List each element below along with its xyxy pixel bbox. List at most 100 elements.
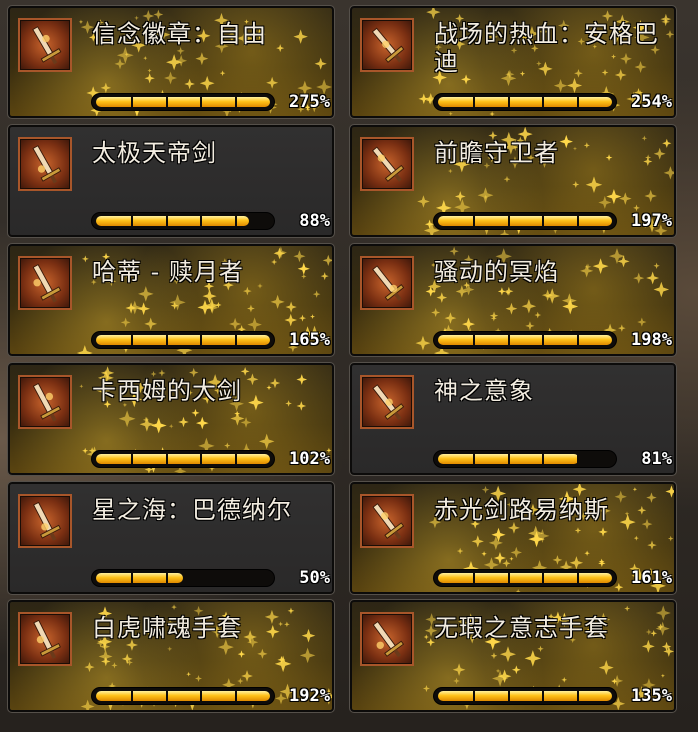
bar-segment-divider — [577, 690, 580, 702]
progress-bar — [92, 688, 274, 704]
progress-percent: 161% — [631, 568, 672, 588]
progress-fill — [96, 216, 249, 226]
bar-segment-divider — [507, 572, 510, 584]
progress-percent: 135% — [631, 686, 672, 706]
bar-segment-divider — [165, 334, 168, 346]
item-name: 信念徽章：自由 — [92, 20, 267, 48]
flame-blade-icon[interactable] — [360, 256, 414, 310]
lance-icon[interactable] — [360, 137, 414, 191]
progress-fill — [438, 335, 612, 345]
progress-bar — [92, 94, 274, 110]
staff-icon[interactable] — [18, 494, 72, 548]
bar-segment-divider — [472, 572, 475, 584]
bar-segment-divider — [472, 690, 475, 702]
item-name: 太极天帝剑 — [92, 139, 217, 167]
progress-bar — [92, 213, 274, 229]
progress-bar — [92, 570, 274, 586]
bar-segment-divider — [507, 96, 510, 108]
bar-segment-divider — [165, 215, 168, 227]
bar-segment-divider — [542, 215, 545, 227]
progress-fill — [96, 454, 270, 464]
bar-segment-divider — [235, 334, 238, 346]
item-card[interactable]: 星之海：巴德纳尔 50% — [7, 481, 335, 595]
progress-percent: 81% — [641, 449, 672, 469]
progress-percent: 254% — [631, 92, 672, 112]
item-card[interactable]: 神之意象 81% — [349, 362, 677, 476]
progress-fill — [96, 573, 183, 583]
bar-segment-divider — [472, 96, 475, 108]
item-name: 哈蒂 - 赎月者 — [92, 258, 244, 286]
item-name: 白虎啸魂手套 — [92, 614, 242, 642]
bar-segment-divider — [200, 215, 203, 227]
bar-segment-divider — [577, 334, 580, 346]
progress-fill — [438, 216, 612, 226]
progress-bar — [92, 451, 274, 467]
bar-segment-divider — [200, 453, 203, 465]
bar-segment-divider — [542, 334, 545, 346]
item-card[interactable]: 太极天帝剑 88% — [7, 124, 335, 238]
bar-segment-divider — [130, 572, 133, 584]
bar-segment-divider — [507, 690, 510, 702]
item-card[interactable]: 卡西姆的大剑 102% — [7, 362, 335, 476]
bar-segment-divider — [200, 690, 203, 702]
item-name: 无瑕之意志手套 — [434, 614, 609, 642]
bar-segment-divider — [542, 453, 545, 465]
progress-fill — [96, 97, 270, 107]
bar-segment-divider — [130, 96, 133, 108]
bar-segment-divider — [130, 453, 133, 465]
red-sword-icon[interactable] — [360, 494, 414, 548]
bar-segment-divider — [507, 453, 510, 465]
glove-icon[interactable] — [360, 612, 414, 666]
progress-percent: 88% — [299, 211, 330, 231]
bar-segment-divider — [507, 215, 510, 227]
progress-percent: 275% — [289, 92, 330, 112]
progress-bar — [434, 451, 616, 467]
progress-bar — [434, 688, 616, 704]
bar-segment-divider — [472, 334, 475, 346]
bar-segment-divider — [165, 453, 168, 465]
bar-segment-divider — [235, 453, 238, 465]
bar-segment-divider — [542, 572, 545, 584]
spear-icon[interactable] — [360, 18, 414, 72]
bar-segment-divider — [472, 215, 475, 227]
bar-segment-divider — [577, 572, 580, 584]
gauntlet-icon[interactable] — [18, 612, 72, 666]
item-card[interactable]: 哈蒂 - 赎月者 165% — [7, 243, 335, 357]
item-card[interactable]: 赤光剑路易纳斯 161% — [349, 481, 677, 595]
progress-fill — [96, 335, 270, 345]
item-name: 赤光剑路易纳斯 — [434, 496, 609, 524]
progress-percent: 197% — [631, 211, 672, 231]
item-card[interactable]: 战场的热血：安格巴迪 254% — [349, 5, 677, 119]
progress-bar — [92, 332, 274, 348]
sword-icon[interactable] — [18, 137, 72, 191]
bar-segment-divider — [577, 96, 580, 108]
bar-segment-divider — [130, 215, 133, 227]
bar-segment-divider — [200, 334, 203, 346]
item-card[interactable]: 白虎啸魂手套 192% — [7, 599, 335, 713]
bar-segment-divider — [130, 690, 133, 702]
item-card[interactable]: 无瑕之意志手套 135% — [349, 599, 677, 713]
progress-fill — [96, 691, 270, 701]
bar-segment-divider — [200, 96, 203, 108]
bar-segment-divider — [235, 690, 238, 702]
bar-segment-divider — [200, 572, 203, 584]
progress-percent: 198% — [631, 330, 672, 350]
progress-percent: 50% — [299, 568, 330, 588]
item-card[interactable]: 骚动的冥焰 198% — [349, 243, 677, 357]
progress-percent: 102% — [289, 449, 330, 469]
bar-segment-divider — [472, 453, 475, 465]
item-card[interactable]: 信念徽章：自由 275% — [7, 5, 335, 119]
item-name: 战场的热血：安格巴迪 — [434, 20, 659, 76]
progress-bar — [434, 94, 616, 110]
item-card[interactable]: 前瞻守卫者 197% — [349, 124, 677, 238]
badge-icon[interactable] — [18, 18, 72, 72]
greatsword-icon[interactable] — [18, 375, 72, 429]
item-name: 前瞻守卫者 — [434, 139, 559, 167]
divine-blade-icon[interactable] — [360, 375, 414, 429]
bar-segment-divider — [235, 215, 238, 227]
bar-segment-divider — [542, 96, 545, 108]
bar-segment-divider — [165, 690, 168, 702]
bar-segment-divider — [577, 453, 580, 465]
axe-icon[interactable] — [18, 256, 72, 310]
progress-fill — [438, 691, 612, 701]
